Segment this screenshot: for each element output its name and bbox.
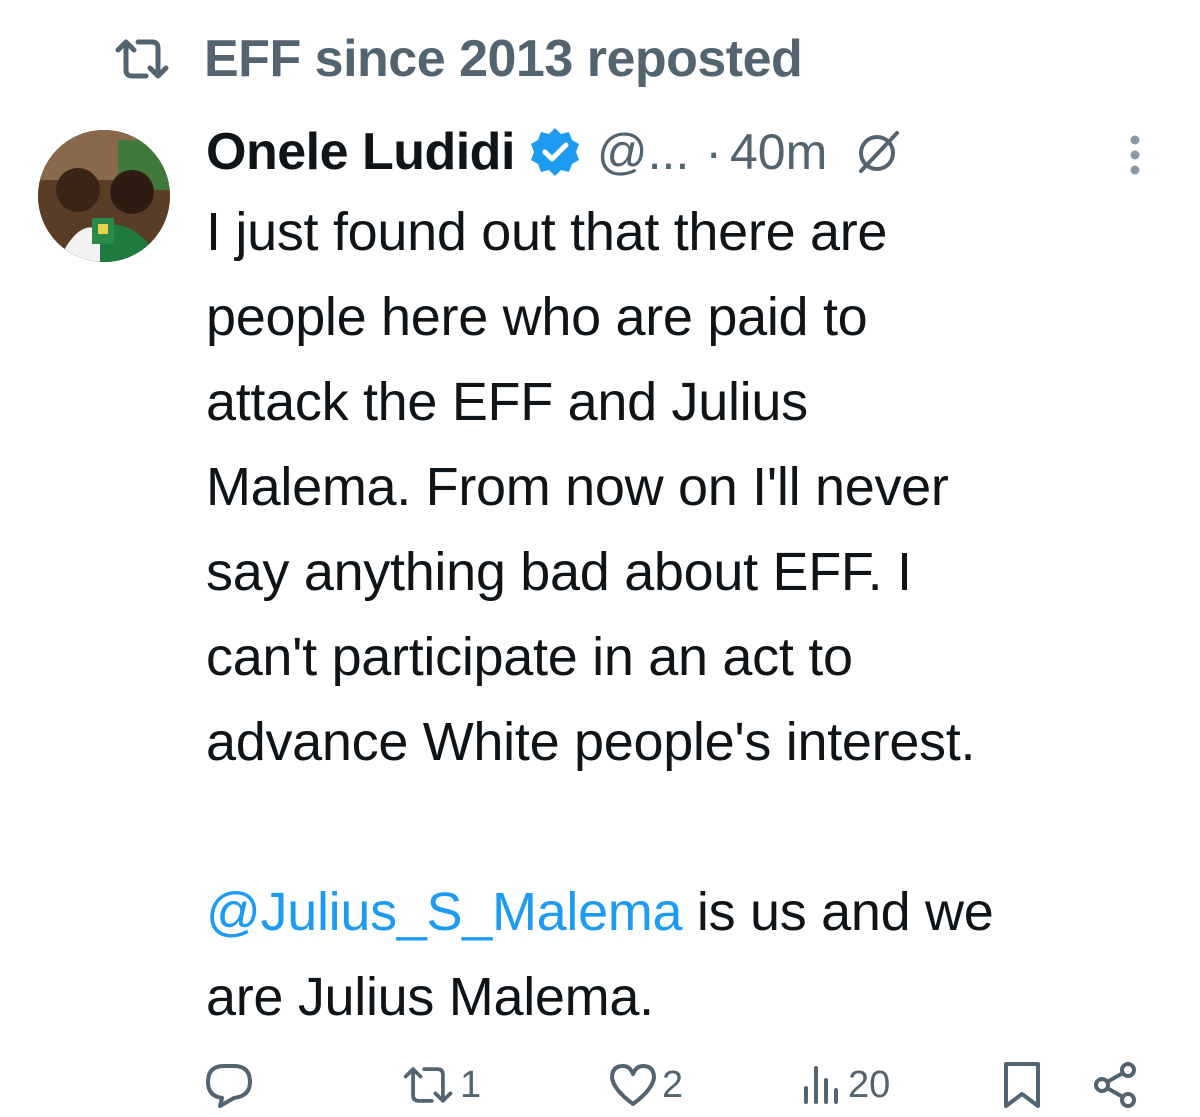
separator-dot: · <box>705 124 722 180</box>
heart-icon <box>608 1062 658 1108</box>
share-icon <box>1090 1060 1140 1110</box>
share-button[interactable] <box>1090 1055 1140 1115</box>
tweet-line: attack the EFF and Julius <box>206 372 808 432</box>
tweet-line: is us and we <box>682 882 994 942</box>
tweet-text: I just found out that there are people h… <box>206 190 1186 1040</box>
views-count: 20 <box>848 1063 891 1106</box>
tweet-line: say anything bad about EFF. I <box>206 542 912 602</box>
tweet-line: Malema. From now on I'll never <box>206 457 949 517</box>
repost-button[interactable]: 1 <box>400 1055 481 1115</box>
action-bar: 1 2 20 <box>0 1055 1200 1115</box>
reply-button[interactable] <box>204 1055 258 1115</box>
tweet-header: Onele Ludidi @... · 40m <box>206 118 903 186</box>
like-button[interactable]: 2 <box>608 1055 683 1115</box>
grok-icon[interactable] <box>853 127 903 177</box>
timestamp[interactable]: 40m <box>730 123 827 181</box>
views-button[interactable]: 20 <box>800 1055 890 1115</box>
analytics-icon <box>800 1062 844 1108</box>
tweet-line: can't participate in an act to <box>206 627 853 687</box>
verified-badge-icon <box>529 126 581 178</box>
mention-link[interactable]: @Julius_S_Malema <box>206 882 683 942</box>
tweet-line: are Julius Malema. <box>206 967 654 1027</box>
tweet-line: advance White people's interest. <box>206 712 976 772</box>
tweet-line: I just found out that there are <box>206 202 888 262</box>
author-name[interactable]: Onele Ludidi <box>206 122 515 182</box>
avatar[interactable] <box>38 130 170 262</box>
repost-icon <box>400 1063 456 1107</box>
author-handle[interactable]: @... <box>597 123 689 181</box>
bookmark-button[interactable] <box>1000 1055 1044 1115</box>
more-options-icon[interactable] <box>1120 130 1150 180</box>
repost-banner[interactable]: EFF since 2013 reposted <box>112 28 803 90</box>
like-count: 2 <box>662 1063 684 1106</box>
repost-banner-text: EFF since 2013 reposted <box>204 30 803 88</box>
tweet-line: people here who are paid to <box>206 287 868 347</box>
repost-count: 1 <box>460 1063 482 1106</box>
repost-icon <box>112 36 172 82</box>
reply-icon <box>204 1062 254 1108</box>
bookmark-icon <box>1000 1060 1044 1110</box>
